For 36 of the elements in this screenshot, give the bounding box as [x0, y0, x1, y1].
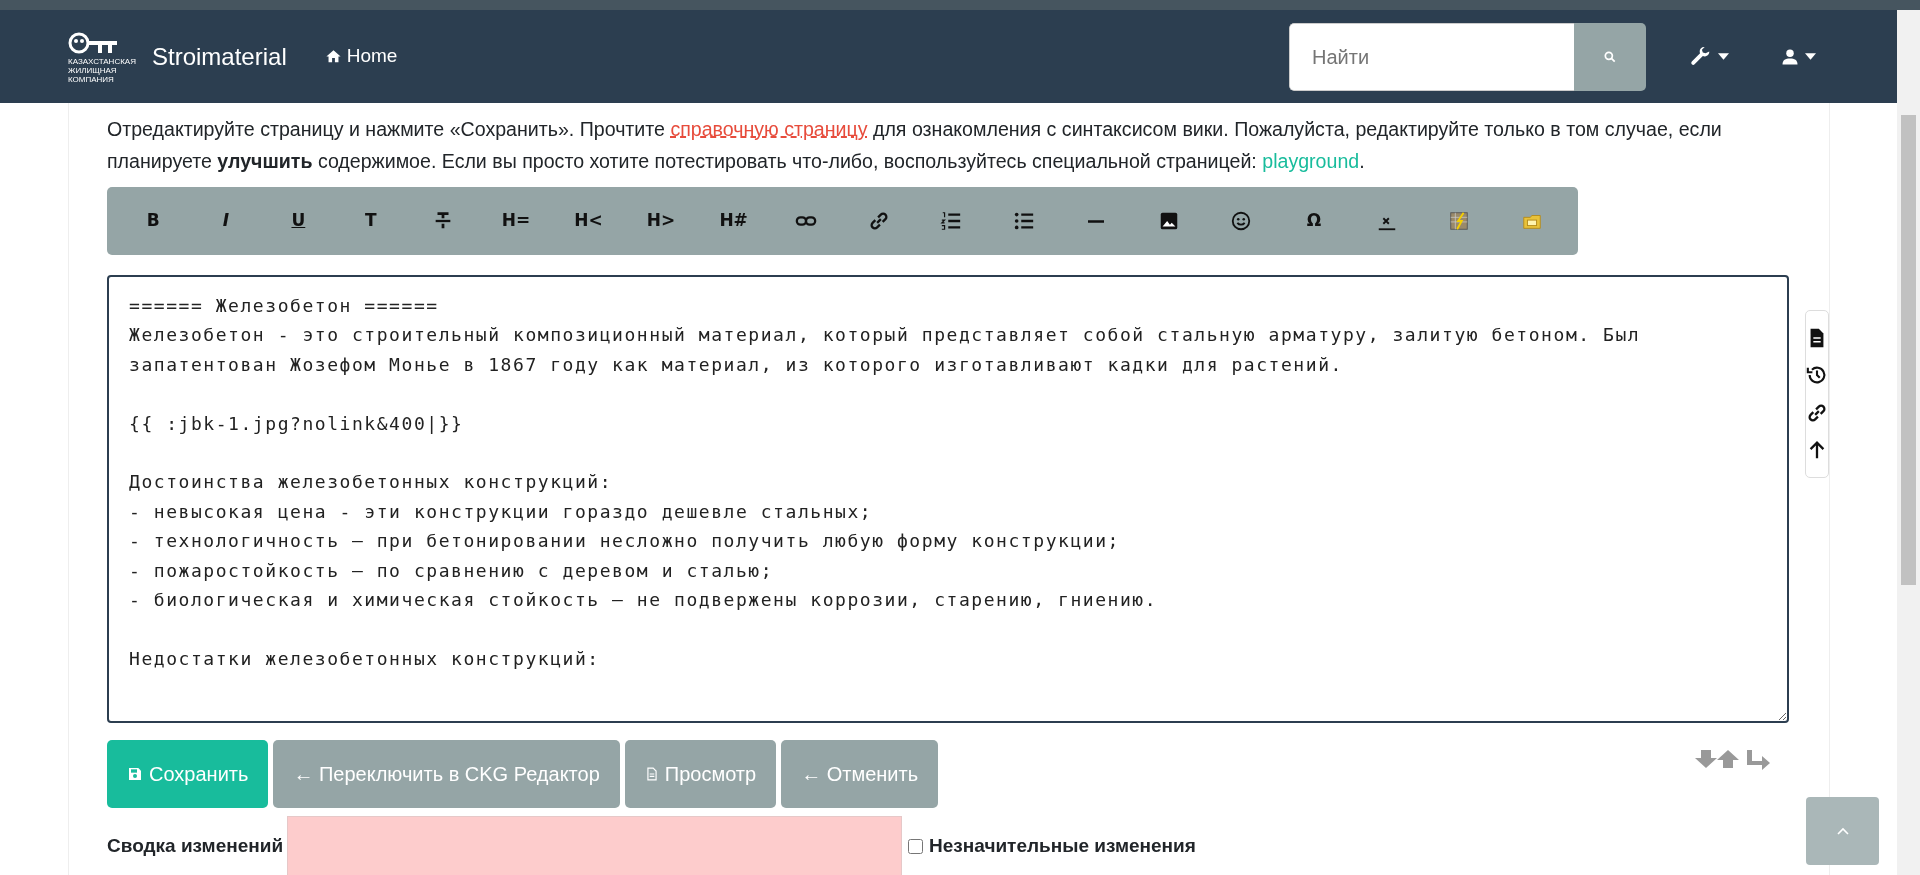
logo-caption: КАЗАХСТАНСКАЯ ЖИЛИЩНАЯ КОМПАНИЯ	[68, 57, 136, 84]
wrench-icon	[1690, 45, 1712, 68]
search-icon	[1603, 50, 1617, 65]
save-icon	[127, 766, 143, 782]
toolbar-button[interactable]: B	[129, 201, 178, 241]
wiki-editor[interactable]: ====== Железобетон ====== Железобетон - это строительный композиционный материал, который представляет собой стальную арматуру, залитую бетоном. Был запатентован Жозефом Монье в 1867 году как материал, из которого изготавливают кадки для растений. {{ :jbk-1.jpg?nolink&400|}} Достоинства железобетонных конструкций: - невысокая цена - эти конструкции гораздо дешевле стальных; - технологичность – при бетонировании несложно получить любую форму конструкции; - пожаростойкость – по сравнению с деревом и сталью; - биологическая и химическая стойкость – не подвержены коррозии, старению, гниению. Недостатки железобетонных конструкций:	[107, 275, 1789, 723]
home-icon	[324, 48, 342, 65]
toolbar-button[interactable]: T	[346, 201, 395, 241]
toolbar-button[interactable]: H>	[637, 201, 686, 241]
summary-label: Сводка изменений	[107, 833, 284, 858]
site-title[interactable]: Stroimaterial	[152, 38, 287, 75]
intro-paragraph: Отредактируйте страницу и нажмите «Сохранить». Прочтите справочную страницу для ознакомления с синтаксисом вики. Пожалуйста, редактируйте только в том случае, если планируете улучшить содержимое. Если вы просто хотите потестировать что-либо, воспользуйтесь специальной страницей: playground.	[107, 117, 1723, 174]
minor-edit-checkbox[interactable]	[908, 838, 924, 854]
help-link[interactable]: справочную страницу	[670, 118, 868, 140]
minor-edit-label: Незначительные изменения	[929, 833, 1196, 858]
toolbar-button[interactable]: H<	[564, 201, 613, 241]
signature-icon	[1448, 210, 1471, 232]
toolbar-button[interactable]: U	[274, 201, 323, 241]
toolbar-button[interactable]: H=	[492, 201, 540, 241]
summary-field[interactable]	[287, 816, 903, 875]
numbered-list-icon	[940, 210, 963, 232]
caret-icon	[1805, 53, 1816, 60]
page-scrollbar[interactable]	[1897, 10, 1920, 875]
bulleted-list-icon	[1012, 210, 1035, 232]
home-link[interactable]: Home	[324, 42, 398, 71]
search-field[interactable]: Найти	[1289, 22, 1574, 91]
arrows-icon	[1695, 747, 1771, 770]
document-icon	[644, 766, 659, 782]
horizontal-rule-icon	[1088, 219, 1105, 223]
toolbar-button[interactable]: H#	[709, 201, 758, 241]
chevron-up-icon	[1836, 827, 1849, 835]
caret-icon	[1718, 53, 1729, 60]
smiley-icon	[1230, 210, 1253, 232]
toolbar-button[interactable]: Ω	[1290, 201, 1338, 241]
user-icon	[1781, 47, 1799, 66]
toolbar-button[interactable]: I	[201, 201, 250, 241]
